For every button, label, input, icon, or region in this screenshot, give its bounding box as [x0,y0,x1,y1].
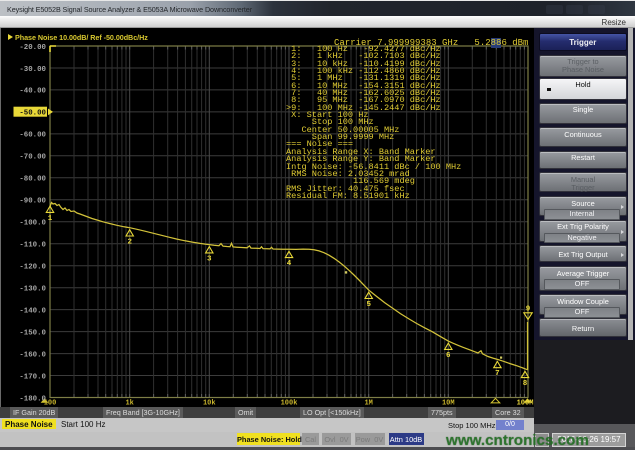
svg-text:-90.00: -90.00 [19,198,46,206]
svg-text:5: 5 [366,301,371,309]
svg-text:-170.0: -170.0 [19,373,46,381]
svg-text:-120.0: -120.0 [19,264,46,272]
svg-text:-60.00: -60.00 [19,132,46,140]
svg-text:6: 6 [446,352,451,360]
svg-text:-40.00: -40.00 [19,88,46,96]
svg-text:-150.0: -150.0 [19,329,46,337]
svg-text:-20.00: -20.00 [19,44,46,52]
svg-text:-100.0: -100.0 [19,220,46,228]
svg-text:1: 1 [48,215,53,223]
svg-text:2: 2 [127,239,132,247]
svg-text:3: 3 [207,255,212,263]
svg-text:-30.00: -30.00 [19,66,46,74]
svg-text:9: 9 [526,306,531,314]
svg-text:-130.0: -130.0 [19,286,46,294]
svg-text:4: 4 [287,260,292,268]
svg-text:-140.0: -140.0 [19,307,46,315]
svg-text:-160.0: -160.0 [19,351,46,359]
svg-text:7: 7 [495,370,500,378]
svg-text:8: 8 [523,380,528,388]
svg-text:-180.0: -180.0 [19,395,46,403]
svg-text:-50.00: -50.00 [19,110,46,118]
svg-text:-80.00: -80.00 [19,176,46,184]
svg-text:-70.00: -70.00 [19,154,46,162]
svg-text:-110.0: -110.0 [19,242,46,250]
